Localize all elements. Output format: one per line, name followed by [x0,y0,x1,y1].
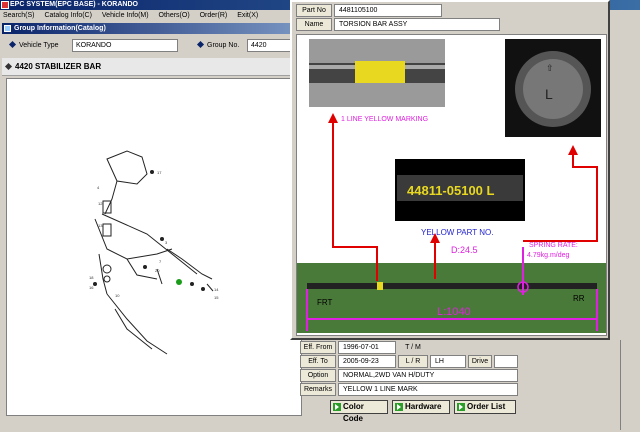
svg-text:17: 17 [157,170,162,175]
rear-label: RR [573,294,585,303]
remarks-field: YELLOW 1 LINE MARK [338,383,518,396]
catalog-title-bar: 4420 STABILIZER BAR [2,58,302,76]
svg-text:14: 14 [214,287,219,292]
scrollbar[interactable] [620,340,640,430]
menu-others[interactable]: Others(O) [159,10,190,21]
svg-text:20: 20 [155,268,160,273]
order-list-button[interactable]: Order List [454,400,516,414]
length-label: L:1040 [437,306,471,318]
group-info-title: Group Information(Catalog) [14,25,106,32]
part-name-label: Name [296,18,332,31]
spring-rate-label-1: SPRING RATE: [529,242,578,249]
diameter-label: D:24.5 [451,245,478,255]
app-icon [1,1,9,9]
lr-label: L / R [398,355,428,368]
group-no-label: Group No. [196,39,239,52]
color-code-button[interactable]: Color Code [330,400,388,423]
menu-vehicle-info[interactable]: Vehicle Info(M) [102,10,149,21]
eff-to-label: Eff. To [300,355,336,368]
svg-text:18: 18 [89,275,94,280]
menu-exit[interactable]: Exit(X) [237,10,258,21]
part-photo: L ⇧ 1 LINE YELLOW MARKING 44811-05100 L … [297,39,606,333]
svg-text:16: 16 [89,285,94,290]
drive-field [494,355,518,368]
svg-text:7: 7 [159,259,162,264]
yellow-marking-label: 1 LINE YELLOW MARKING [341,116,428,123]
window-title: EPC SYSTEM(EPC BASE) - KORANDO [10,1,138,8]
tm-label: T / M [398,341,428,354]
eff-from-label: Eff. From [300,341,336,354]
part-number-text: 44811-05100 L [407,183,495,198]
menu-order[interactable]: Order(R) [200,10,228,21]
eff-from-field: 1996-07-01 [338,341,396,354]
menu-search[interactable]: Search(S) [3,10,35,21]
eff-to-field: 2005-09-23 [338,355,396,368]
svg-text:⇧: ⇧ [546,63,554,73]
diamond-icon [8,40,17,49]
vehicle-type-label: Vehicle Type [8,39,59,52]
lr-field: LH [430,355,466,368]
part-photo-area: L ⇧ 1 LINE YELLOW MARKING 44811-05100 L … [296,34,607,336]
diagram-drawing: 4 12 13 17 3 7 20 14 15 18 16 10 [89,150,219,355]
option-label: Option [300,369,336,382]
svg-text:3: 3 [165,240,168,245]
part-no-field: 4481105100 [334,4,442,17]
option-field: NORMAL,2WD VAN H/DUTY [338,369,518,382]
part-name-field: TORSION BAR ASSY [334,18,500,31]
play-arrow-icon [395,403,403,411]
drive-label: Drive [468,355,492,368]
svg-text:15: 15 [214,295,219,300]
vehicle-type-field: KORANDO [72,39,178,52]
svg-text:13: 13 [98,223,103,228]
svg-text:4: 4 [97,185,100,190]
spring-rate-label-2: 4.79kg.m/deg [527,252,570,259]
svg-text:12: 12 [98,201,103,206]
part-no-label: Part No [296,4,332,17]
diamond-icon [196,40,205,49]
menu-catalog-info[interactable]: Catalog Info(C) [44,10,91,21]
diamond-icon [4,62,13,71]
play-arrow-icon [333,403,341,411]
group-no-field: 4420 [247,39,292,52]
group-info-header: Group Information(Catalog) [2,23,302,34]
exploded-diagram[interactable]: 4 12 13 17 3 7 20 14 15 18 16 10 [6,78,302,416]
svg-text:10: 10 [115,293,120,298]
catalog-title: 4420 STABILIZER BAR [15,62,102,71]
group-info-icon [4,25,11,32]
yellow-part-no-label: YELLOW PART NO. [421,228,493,237]
play-arrow-icon [457,403,465,411]
hardware-button[interactable]: Hardware [392,400,450,414]
bar-length-photo [297,263,606,333]
remarks-label: Remarks [300,383,336,396]
svg-text:L: L [545,86,553,102]
front-label: FRT [317,298,333,307]
